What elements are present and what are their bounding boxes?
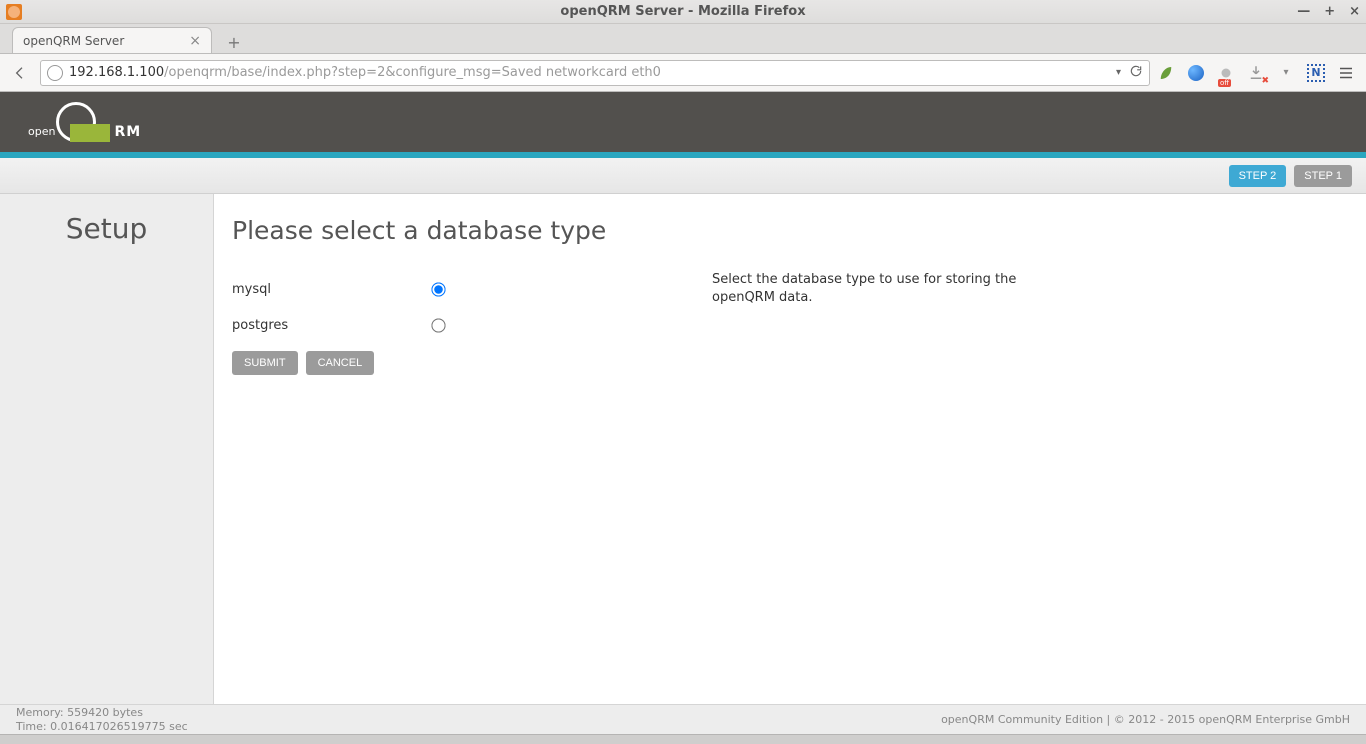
page-content: open RM STEP 2 STEP 1 Setup Please selec… xyxy=(0,92,1366,734)
option-mysql-radio[interactable] xyxy=(431,282,445,296)
url-dropdown-icon[interactable]: ▾ xyxy=(1108,67,1121,78)
url-bar[interactable]: 192.168.1.100/openqrm/base/index.php?ste… xyxy=(40,60,1150,86)
step-2-button[interactable]: STEP 2 xyxy=(1229,165,1287,187)
window-controls: — + × xyxy=(1297,4,1360,19)
browser-toolbar-icons: off ✖ ▾ N xyxy=(1156,63,1360,83)
window-minimize-icon[interactable]: — xyxy=(1297,4,1310,19)
leaf-icon[interactable] xyxy=(1156,63,1176,83)
sidebar-title: Setup xyxy=(0,212,213,245)
browser-navbar: 192.168.1.100/openqrm/base/index.php?ste… xyxy=(0,54,1366,92)
footer-copyright: openQRM Community Edition | © 2012 - 201… xyxy=(941,713,1350,726)
firebug-icon[interactable]: off xyxy=(1216,63,1236,83)
footer-time: Time: 0.016417026519775 sec xyxy=(16,720,188,733)
option-postgres-radio[interactable] xyxy=(431,318,445,332)
page-heading: Please select a database type xyxy=(232,216,1348,245)
tab-close-icon[interactable]: × xyxy=(189,33,201,49)
os-titlebar: openQRM Server - Mozilla Firefox — + × xyxy=(0,0,1366,24)
footer-memory: Memory: 559420 bytes xyxy=(16,706,188,719)
download-arrow-icon[interactable]: ▾ xyxy=(1276,63,1296,83)
window-close-icon[interactable]: × xyxy=(1349,4,1360,19)
back-button[interactable] xyxy=(6,59,34,87)
app-body: Setup Please select a database type mysq… xyxy=(0,194,1366,704)
form-area: mysql postgres SUBMIT CANCEL Select the … xyxy=(232,271,1348,375)
openqrm-logo: open RM xyxy=(28,102,141,142)
firebug-off-badge: off xyxy=(1218,79,1231,87)
option-postgres-label: postgres xyxy=(232,318,432,333)
firefox-app-icon xyxy=(6,4,22,20)
cancel-button[interactable]: CANCEL xyxy=(306,351,375,375)
option-mysql-label: mysql xyxy=(232,282,432,297)
arrow-left-icon xyxy=(12,65,28,81)
globe-icon[interactable] xyxy=(1186,63,1206,83)
reload-icon[interactable] xyxy=(1129,64,1143,82)
app-footer: Memory: 559420 bytes Time: 0.01641702651… xyxy=(0,704,1366,734)
step-toolbar: STEP 2 STEP 1 xyxy=(0,158,1366,194)
option-postgres-row: postgres xyxy=(232,307,672,343)
url-path: /openqrm/base/index.php?step=2&configure… xyxy=(164,65,661,80)
footer-stats: Memory: 559420 bytes Time: 0.01641702651… xyxy=(16,706,188,732)
site-identity-icon xyxy=(47,65,63,81)
sidebar: Setup xyxy=(0,194,214,704)
submit-button[interactable]: SUBMIT xyxy=(232,351,298,375)
option-mysql-row: mysql xyxy=(232,271,672,307)
help-text: Select the database type to use for stor… xyxy=(712,271,1032,375)
button-row: SUBMIT CANCEL xyxy=(232,351,672,375)
browser-tabstrip: openQRM Server × + xyxy=(0,24,1366,54)
tab-title: openQRM Server xyxy=(23,34,124,48)
download-icon[interactable]: ✖ xyxy=(1246,63,1266,83)
window-title: openQRM Server - Mozilla Firefox xyxy=(0,4,1366,19)
window-maximize-icon[interactable]: + xyxy=(1324,4,1335,19)
browser-tab[interactable]: openQRM Server × xyxy=(12,27,212,53)
new-tab-button[interactable]: + xyxy=(220,31,248,53)
noscript-icon[interactable]: N xyxy=(1306,63,1326,83)
hamburger-menu-icon[interactable] xyxy=(1336,63,1356,83)
main-panel: Please select a database type mysql post… xyxy=(214,194,1366,704)
app-header: open RM xyxy=(0,92,1366,152)
database-options: mysql postgres SUBMIT CANCEL xyxy=(232,271,672,375)
url-host: 192.168.1.100 xyxy=(69,65,164,80)
os-bottom-strip xyxy=(0,734,1366,744)
step-1-button[interactable]: STEP 1 xyxy=(1294,165,1352,187)
